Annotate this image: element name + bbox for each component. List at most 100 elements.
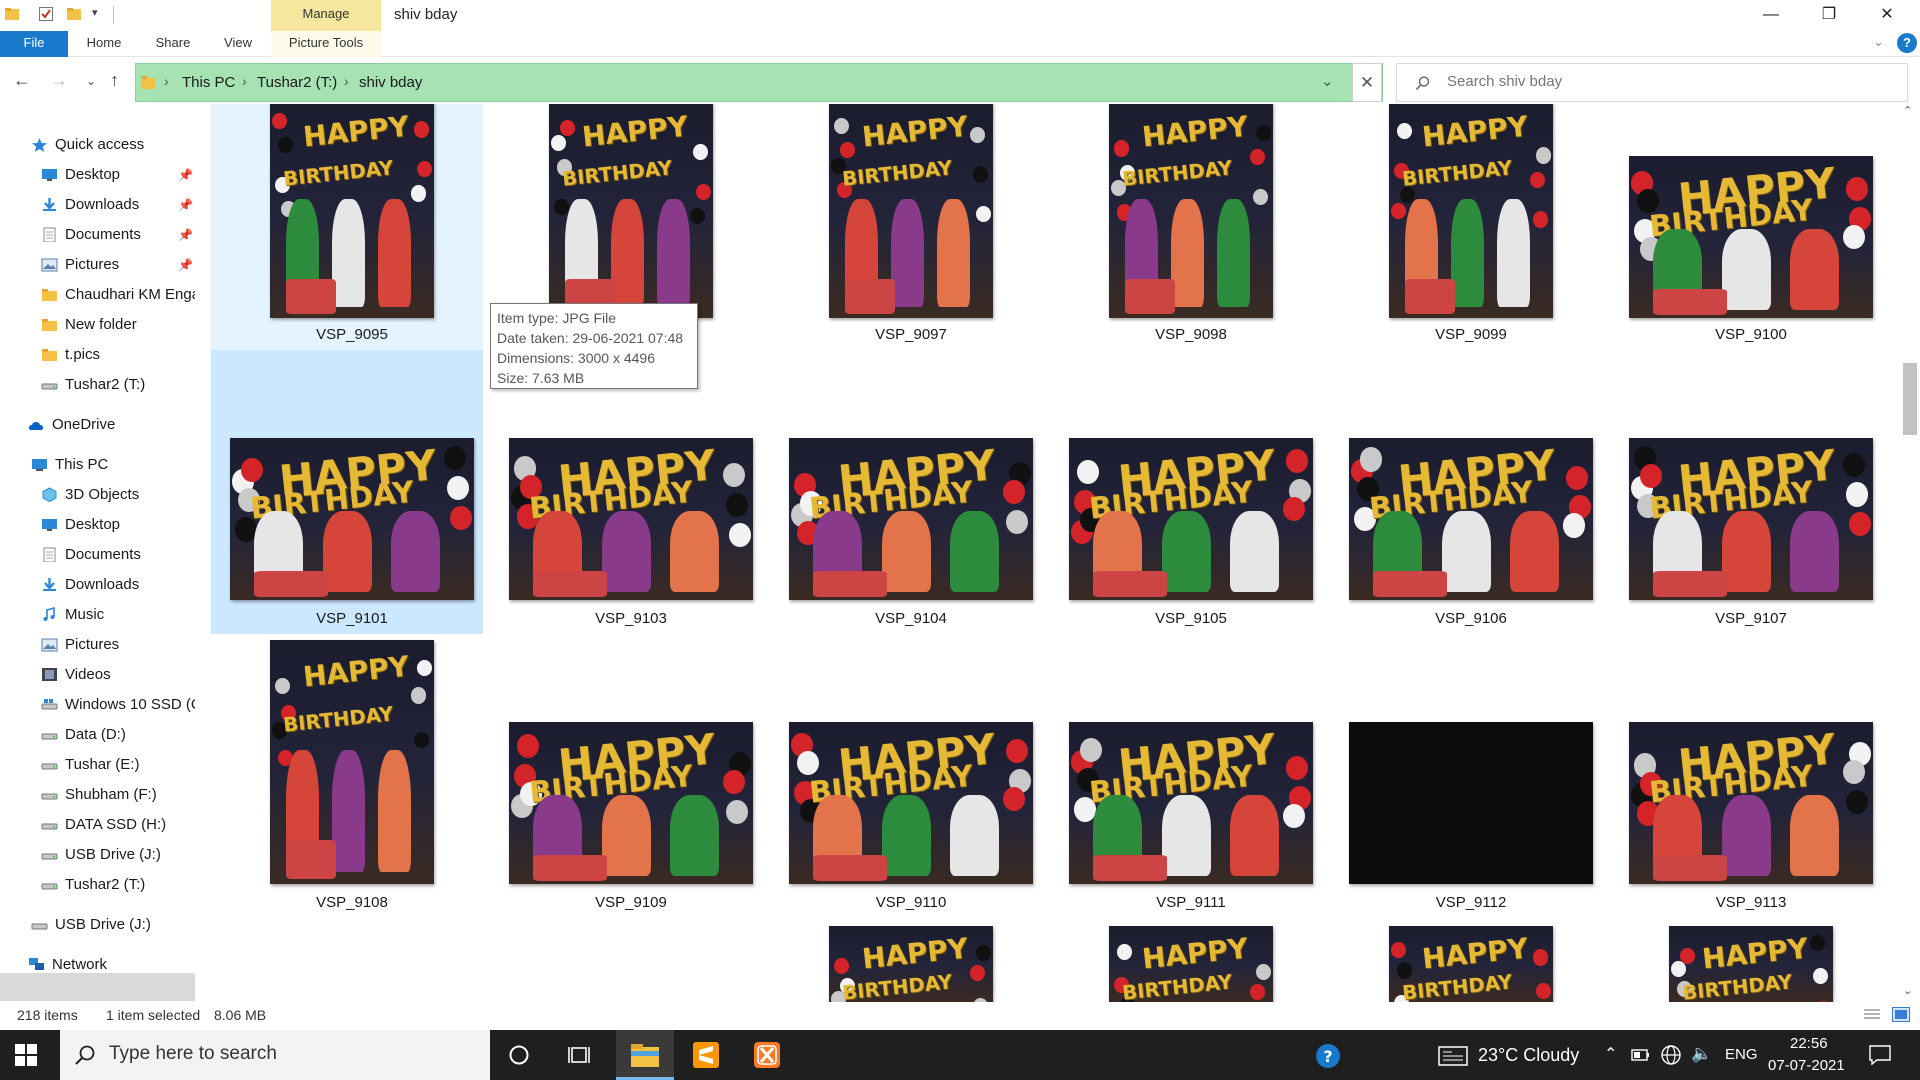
file-name-label[interactable]: VSP_9110 <box>791 894 1031 911</box>
file-name-label[interactable]: VSP_9112 <box>1351 894 1591 911</box>
photo-thumbnail[interactable]: HAPPY BIRTHDAY <box>1669 926 1833 1002</box>
tab-share[interactable]: Share <box>146 31 200 57</box>
address-dropdown-icon[interactable]: ⌄ <box>1321 72 1334 90</box>
photo-thumbnail[interactable]: HAPPY BIRTHDAY <box>1629 722 1873 884</box>
close-icon[interactable]: ✕ <box>1352 63 1382 102</box>
breadcrumb-tushar2[interactable]: Tushar2 (T:) <box>257 74 337 91</box>
file-name-label[interactable]: VSP_9100 <box>1631 326 1871 343</box>
photo-thumbnail[interactable]: HAPPY BIRTHDAY <box>1349 438 1593 600</box>
taskbar-search-box[interactable]: Type here to search <box>60 1030 490 1080</box>
nav-pc-item[interactable]: Desktop <box>41 511 195 539</box>
maximize-button[interactable]: ❐ <box>1800 0 1858 31</box>
photo-thumbnail[interactable]: HAPPY BIRTHDAY <box>230 438 474 600</box>
photo-thumbnail[interactable]: HAPPY BIRTHDAY <box>1109 104 1273 318</box>
file-name-label[interactable]: VSP_9106 <box>1351 610 1591 627</box>
nav-pc-item[interactable]: Tushar (E:) <box>41 751 195 779</box>
search-input[interactable] <box>1447 73 1887 90</box>
nav-quick-access[interactable]: Quick access <box>31 131 195 159</box>
photo-thumbnail[interactable]: HAPPY BIRTHDAY <box>1069 722 1313 884</box>
file-name-label[interactable]: VSP_9105 <box>1071 610 1311 627</box>
task-view-icon[interactable] <box>568 1044 592 1066</box>
nav-usb-drive[interactable]: USB Drive (J:) <box>31 911 195 939</box>
clock-time[interactable]: 22:56 <box>1790 1035 1828 1052</box>
photo-thumbnail[interactable]: HAPPY BIRTHDAY <box>1069 438 1313 600</box>
nav-pc-item[interactable]: Music <box>41 601 195 629</box>
manage-context-tab[interactable]: Manage <box>271 0 381 31</box>
nav-pc-item[interactable]: Videos <box>41 661 195 689</box>
tab-picture-tools[interactable]: Picture Tools <box>271 31 381 57</box>
nav-pc-item[interactable]: Pictures <box>41 631 195 659</box>
photo-thumbnail[interactable]: HAPPY BIRTHDAY <box>1389 926 1553 1002</box>
tab-home[interactable]: Home <box>74 31 134 57</box>
photo-thumbnail[interactable] <box>1349 722 1593 884</box>
nav-quick-item[interactable]: Documents 📌 <box>41 221 195 249</box>
nav-onedrive[interactable]: OneDrive <box>28 411 195 439</box>
battery-icon[interactable] <box>1631 1047 1651 1063</box>
properties-check-icon[interactable] <box>38 6 54 22</box>
vertical-scrollbar[interactable]: ⌃ ⌄ <box>1896 104 1920 1002</box>
nav-quick-item[interactable]: Downloads 📌 <box>41 191 195 219</box>
nav-this-pc[interactable]: This PC <box>31 451 195 479</box>
back-arrow-icon[interactable]: ← <box>13 70 31 91</box>
photo-thumbnail[interactable]: HAPPY BIRTHDAY <box>789 722 1033 884</box>
pin-icon[interactable]: 📌 <box>178 161 193 189</box>
nav-pc-item[interactable]: Downloads <box>41 571 195 599</box>
photo-thumbnail[interactable]: HAPPY BIRTHDAY <box>270 104 434 318</box>
scroll-down-icon[interactable]: ⌄ <box>1903 984 1912 997</box>
nav-pc-item[interactable]: Documents <box>41 541 195 569</box>
nav-pc-item[interactable]: Shubham (F:) <box>41 781 195 809</box>
photo-thumbnail[interactable]: HAPPY BIRTHDAY <box>1389 104 1553 318</box>
breadcrumb-this-pc[interactable]: This PC <box>182 74 235 91</box>
file-name-label[interactable]: VSP_9098 <box>1071 326 1311 343</box>
photo-thumbnail[interactable]: HAPPY BIRTHDAY <box>549 104 713 318</box>
file-name-label[interactable]: VSP_9104 <box>791 610 1031 627</box>
up-arrow-icon[interactable]: ↑ <box>110 70 119 91</box>
search-box[interactable] <box>1396 63 1908 102</box>
forward-arrow-icon[interactable]: → <box>50 70 68 91</box>
notifications-icon[interactable] <box>1868 1044 1892 1066</box>
nav-pc-item[interactable]: Windows 10 SSD (C <box>41 691 195 719</box>
nav-quick-item[interactable]: Pictures 📌 <box>41 251 195 279</box>
tab-view[interactable]: View <box>210 31 266 57</box>
sublime-text-icon[interactable] <box>692 1041 720 1069</box>
new-folder-icon[interactable] <box>66 6 82 22</box>
large-icons-view-icon[interactable] <box>1892 1007 1910 1022</box>
scroll-up-icon[interactable]: ⌃ <box>1903 104 1912 117</box>
clock-date[interactable]: 07-07-2021 <box>1768 1057 1845 1074</box>
nav-quick-item[interactable]: New folder <box>41 311 195 339</box>
file-name-label[interactable]: VSP_9097 <box>791 326 1031 343</box>
tab-file[interactable]: File <box>0 31 68 57</box>
breadcrumb-shiv-bday[interactable]: shiv bday <box>359 74 422 91</box>
expand-ribbon-icon[interactable]: ⌄ <box>1873 34 1884 50</box>
chevron-right-icon[interactable]: › <box>242 73 247 89</box>
file-name-label[interactable]: VSP_9099 <box>1351 326 1591 343</box>
file-explorer-icon[interactable] <box>630 1042 660 1068</box>
nav-pc-item[interactable]: Tushar2 (T:) <box>41 871 195 899</box>
nav-pc-item[interactable]: Data (D:) <box>41 721 195 749</box>
photo-thumbnail[interactable]: HAPPY BIRTHDAY <box>789 438 1033 600</box>
help-icon[interactable]: ? <box>1897 33 1917 53</box>
volume-icon[interactable]: 🔈 <box>1691 1044 1712 1064</box>
file-name-label[interactable]: VSP_9107 <box>1631 610 1871 627</box>
photo-thumbnail[interactable]: HAPPY BIRTHDAY <box>509 722 753 884</box>
photo-thumbnail[interactable]: HAPPY BIRTHDAY <box>829 926 993 1002</box>
nav-network[interactable]: Network <box>28 951 195 979</box>
file-name-label[interactable]: VSP_9103 <box>511 610 751 627</box>
scrollbar-thumb[interactable] <box>1903 363 1917 435</box>
file-name-label[interactable]: VSP_9095 <box>232 326 472 343</box>
customize-toolbar-icon[interactable]: ▾ <box>92 6 98 19</box>
nav-quick-item[interactable]: t.pics <box>41 341 195 369</box>
nav-pc-item[interactable]: 3D Objects <box>41 481 195 509</box>
file-name-label[interactable]: VSP_9113 <box>1631 894 1871 911</box>
language-indicator[interactable]: ENG <box>1725 1046 1758 1063</box>
chevron-right-icon[interactable]: › <box>344 73 349 89</box>
photo-thumbnail[interactable]: HAPPY BIRTHDAY <box>270 640 434 884</box>
nav-quick-item[interactable]: Tushar2 (T:) <box>41 371 195 399</box>
folder-icon[interactable] <box>4 6 20 22</box>
recent-locations-icon[interactable]: ⌄ <box>86 74 96 88</box>
minimize-button[interactable]: — <box>1742 0 1800 31</box>
close-button[interactable]: ✕ <box>1858 0 1916 31</box>
file-name-label[interactable]: VSP_9111 <box>1071 894 1311 911</box>
photo-thumbnail[interactable]: HAPPY BIRTHDAY <box>1629 156 1873 318</box>
details-view-icon[interactable] <box>1863 1008 1881 1022</box>
